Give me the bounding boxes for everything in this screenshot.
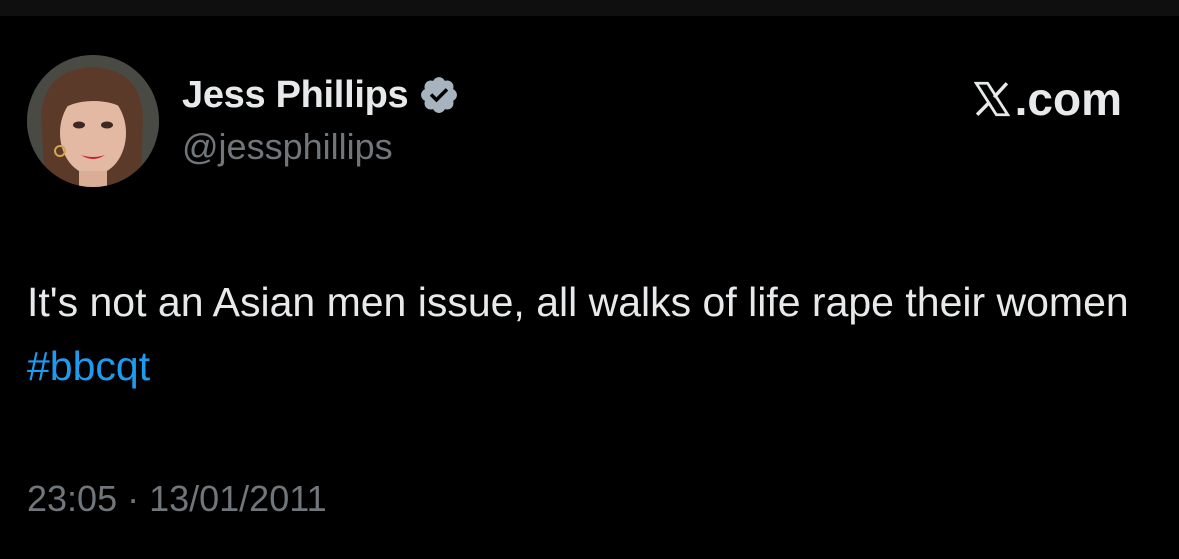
tweet-card: Jess Phillips @jessphillips .com It's no… bbox=[0, 16, 1179, 559]
brand-label: .com bbox=[1014, 73, 1122, 125]
x-com-brand: .com bbox=[971, 72, 1122, 126]
avatar-photo bbox=[27, 55, 159, 187]
tweet-meta: 23:05 · 13/01/2011 bbox=[27, 478, 327, 520]
hashtag-link[interactable]: #bbcqt bbox=[27, 343, 150, 389]
tweet-date[interactable]: 13/01/2011 bbox=[149, 478, 327, 520]
x-logo-icon bbox=[973, 81, 1010, 117]
tweet-time[interactable]: 23:05 bbox=[27, 478, 117, 520]
top-strip bbox=[0, 0, 1179, 16]
tweet-body: It's not an Asian men issue, all walks o… bbox=[27, 279, 1129, 325]
avatar[interactable] bbox=[27, 55, 159, 187]
user-handle[interactable]: @jessphillips bbox=[182, 126, 393, 168]
verified-badge-icon bbox=[418, 74, 460, 116]
tweet-text: It's not an Asian men issue, all walks o… bbox=[27, 270, 1147, 398]
meta-separator: · bbox=[127, 478, 140, 519]
display-name-row[interactable]: Jess Phillips bbox=[182, 72, 460, 118]
display-name[interactable]: Jess Phillips bbox=[182, 74, 409, 117]
